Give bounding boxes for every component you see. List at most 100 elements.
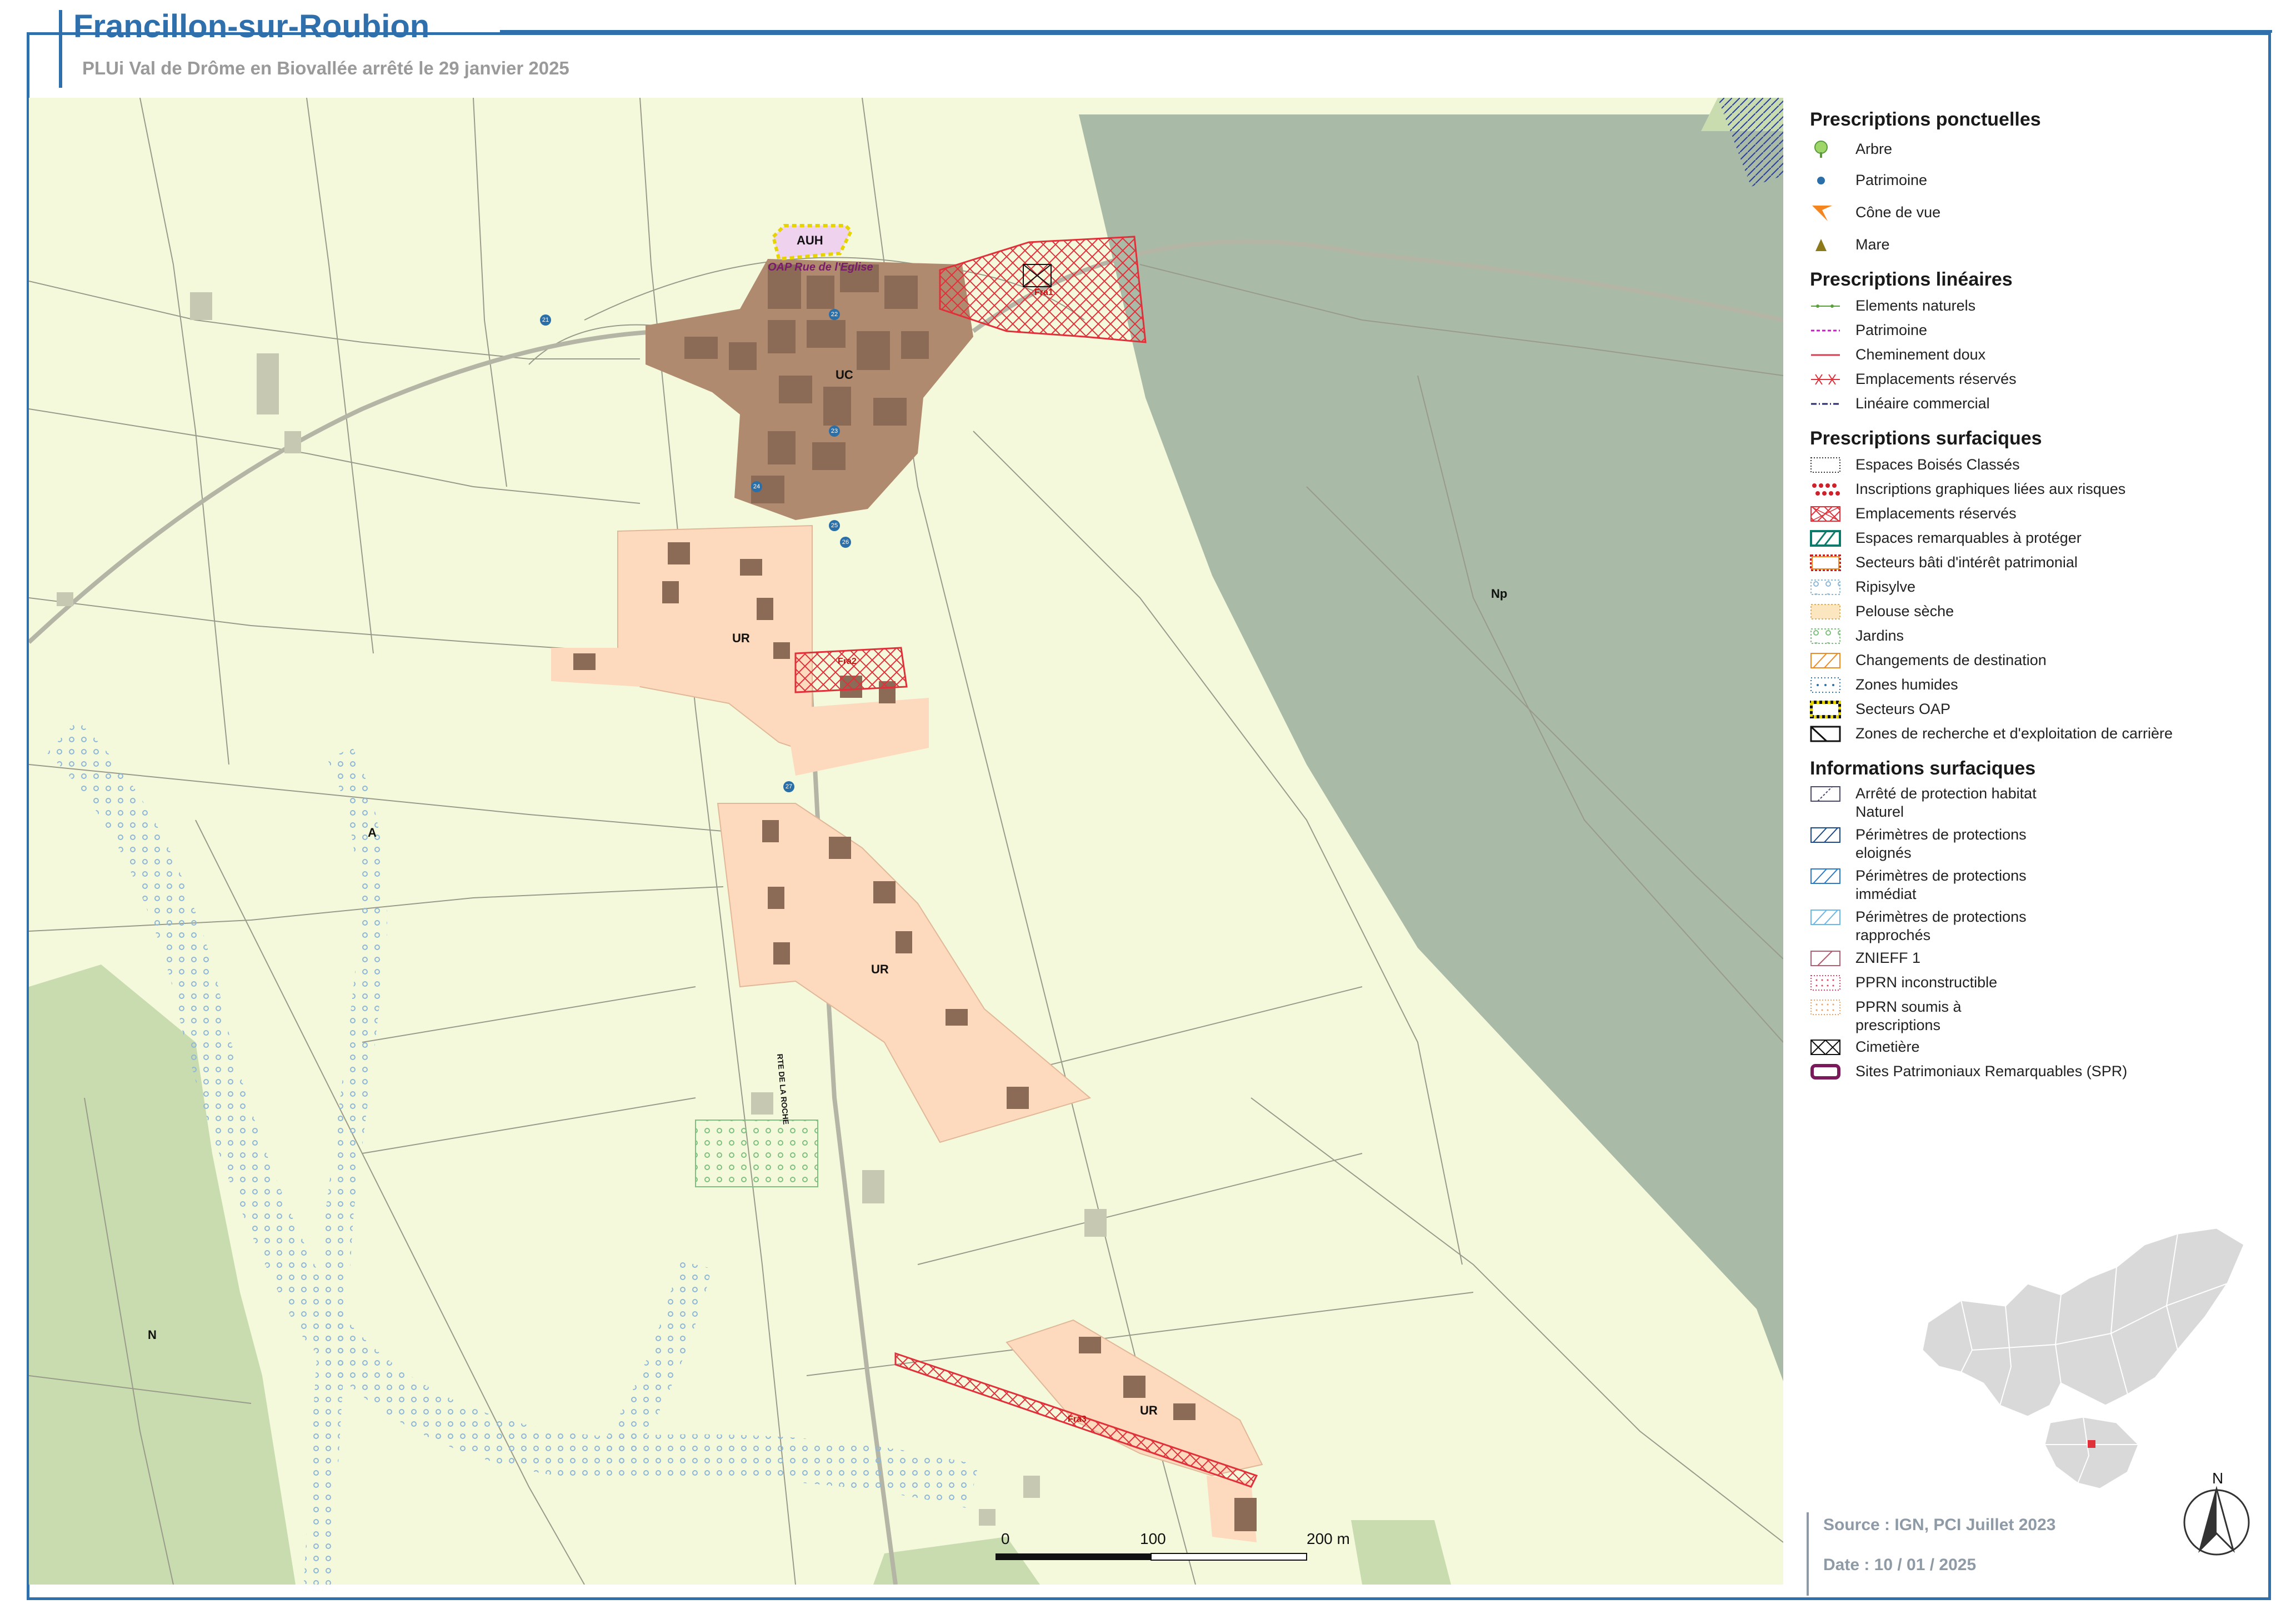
legend-item-spr: Sites Patrimoniaux Remarquables (SPR) [1810,1061,2265,1083]
legend-item-patrimoine-point: Patrimoine [1810,170,2265,192]
north-arrow-icon: N [2183,1470,2250,1556]
zone-n-left [29,965,296,1585]
cemetery-swatch [1810,1040,1840,1055]
jardins-area [695,1120,818,1187]
scale-label-200: 200 m [1307,1530,1350,1547]
close-perimeter-swatch [1810,910,1840,925]
legend-item-emplacements-reserves-area: Emplacements réservés [1810,503,2265,526]
legend-item-patrimoine-line: Patrimoine [1810,320,2265,342]
legend-item-carriere: Zones de recherche et d'exploitation de … [1810,723,2265,746]
red-line-icon [1811,354,1840,356]
zone-n-bottom [873,1537,1040,1585]
locator-marker [2088,1440,2095,1448]
north-label: N [2212,1470,2223,1487]
legend-item-znieff: ZNIEFF 1 [1810,948,2265,970]
page-subtitle: PLUi Val de Drôme en Biovallée arrêté le… [82,58,569,78]
legend-item-mare: Mare [1810,234,2265,257]
legend-title-informations: Informations surfaciques [1810,758,2036,779]
legend-item-risques: Inscriptions graphiques liées aux risque… [1810,479,2265,501]
legend-item-arbre: Arbre [1810,139,2265,161]
legend-item-secteurs-oap: Secteurs OAP [1810,699,2265,721]
label-fra2: Fra2 [838,657,857,666]
route-marker-23: 23 [829,426,840,437]
ebc-swatch [1810,457,1840,473]
legend-item-ripisylve: Ripisylve [1810,577,2265,599]
spr-swatch [1810,1064,1840,1080]
route-marker-27: 27 [783,781,794,792]
legend-item-perimetre-rapproche: Périmètres de protections rapprochés [1810,907,2265,949]
reserved-swatch [1810,506,1840,522]
legend-item-emplacements-reserves-line: Emplacements réservés [1810,369,2265,391]
title-rule [500,30,2272,33]
ripisylve-small [304,747,388,1585]
change-swatch [1810,653,1840,668]
legend-item-cheminement-doux: Cheminement doux [1810,344,2265,367]
triangle-icon [1815,239,1827,251]
legend-title-surfaciques: Prescriptions surfaciques [1810,428,2042,449]
zone-ur-1c [784,698,929,776]
label-fra3: Fra3 [1068,1415,1087,1424]
route-marker-25: 25 [829,520,840,531]
dry-grass-swatch [1810,604,1840,619]
legend-item-cone-de-vue: Cône de vue [1810,202,2265,224]
zone-np [1079,114,1783,1381]
route-marker-24: 24 [751,481,762,492]
source-accent-bar [1807,1512,1809,1596]
legend-item-perimetre-immediat: Périmètres de protections immédiat [1810,866,2265,908]
legend-item-jardins: Jardins [1810,626,2265,648]
oap-swatch [1810,701,1841,718]
date-text: Date : 10 / 01 / 2025 [1823,1556,1977,1574]
legend-item-pelouse-seche: Pelouse sèche [1810,601,2265,623]
source-text: Source : IGN, PCI Juillet 2023 [1823,1516,2056,1534]
legend-item-espaces-remarquables: Espaces remarquables à protéger [1810,528,2265,550]
label-zone-n: N [148,1328,157,1342]
scale-label-100: 100 [1140,1530,1166,1547]
label-zone-auh: AUH [797,233,823,247]
legend-item-zones-humides: Zones humides [1810,674,2265,697]
label-zone-ur-3: UR [1140,1403,1158,1417]
legend-title-lineaires: Prescriptions linéaires [1810,269,2013,290]
ripisylve-swatch [1810,579,1840,595]
label-oap: OAP Rue de l'Eglise [768,261,873,273]
label-fra1: Fra1 [1034,288,1053,297]
dashed-line-icon [1811,329,1840,332]
zone-ur-1 [617,524,813,754]
legend-item-cimetiere: Cimetière [1810,1037,2265,1059]
route-marker-21: 21 [540,314,551,326]
route-marker-26: 26 [840,537,851,548]
label-zone-ur-2: UR [871,962,889,976]
risk-swatch [1811,482,1840,497]
view-cone-icon [1812,206,1832,221]
legend-item-elements-naturels: Elements naturels [1810,296,2265,318]
label-zone-ur-1: UR [732,631,750,645]
pprn-red-swatch [1810,975,1840,991]
zone-n-bottom2 [1351,1520,1451,1585]
legend-title-ponctuelles: Prescriptions ponctuelles [1810,109,2041,130]
label-zone-uc: UC [836,368,853,382]
heritage-swatch [1810,554,1841,571]
legend-item-apphn: Arrêté de protection habitat Naturel [1810,783,2265,826]
dash-dot-line-icon [1811,403,1840,405]
apphn-swatch [1810,786,1840,802]
reserved-fra2 [794,647,908,693]
remarkable-swatch [1810,530,1841,547]
immediate-perimeter-swatch [1810,868,1840,884]
wetland-swatch [1810,677,1840,693]
page-title: Francillon-sur-Roubion [73,8,430,44]
pprn-orange-swatch [1810,1000,1840,1015]
zoning-map[interactable]: AUH OAP Rue de l'Eglise UC UR UR UR Np A… [29,98,1783,1585]
quarry-swatch [1810,726,1841,742]
label-zone-np: Np [1491,587,1508,601]
locator-south [2043,1416,2140,1490]
tree-icon [1814,141,1828,158]
znieff-swatch [1810,951,1840,966]
zone-ur-2 [717,803,1092,1143]
scale-bar [996,1553,1307,1561]
label-zone-a: A [368,826,377,840]
legend-item-changements-destination: Changements de destination [1810,650,2265,672]
title-accent-bar [59,10,62,88]
legend-item-bati-patrimonial: Secteurs bâti d'intérêt patrimonial [1810,552,2265,574]
locator-territory [1921,1227,2245,1418]
dot-icon [1817,177,1825,184]
cross-line-icon [1811,374,1840,385]
